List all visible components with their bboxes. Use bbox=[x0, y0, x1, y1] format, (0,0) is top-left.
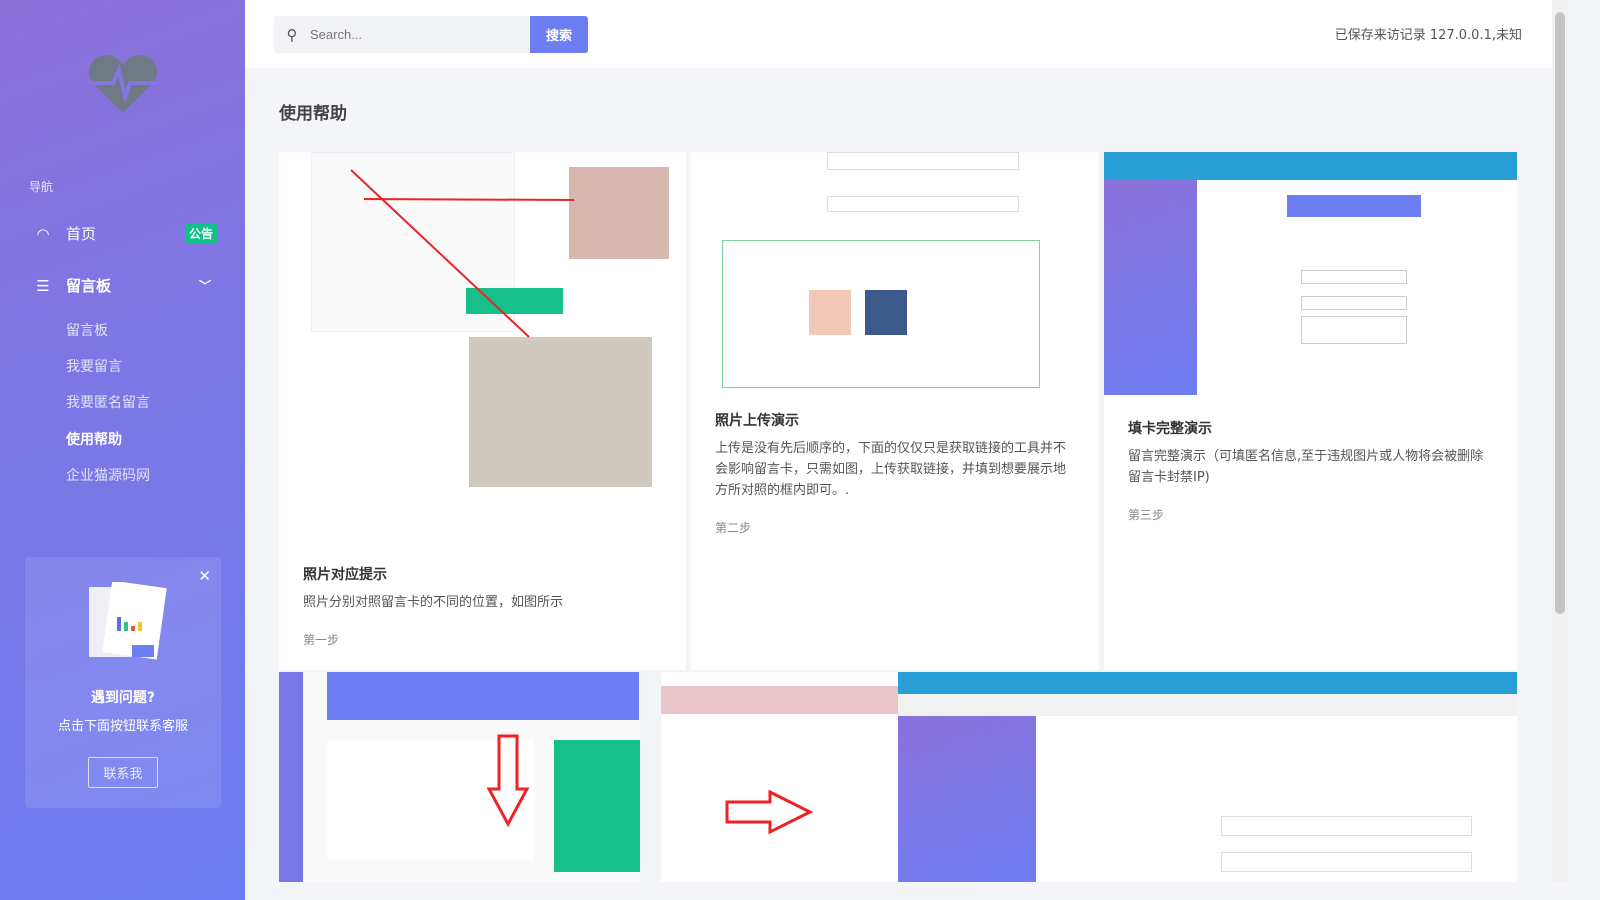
header: ⚲ 搜索 已保存来访记录 127.0.0.1,未知 bbox=[245, 0, 1552, 68]
nav-heading: 导航 bbox=[29, 180, 54, 194]
sidebar-item-label: 留言板 bbox=[66, 277, 112, 295]
heartbeat-logo-icon bbox=[88, 55, 158, 113]
document-illustration-icon bbox=[89, 582, 167, 660]
subitem-source-site[interactable]: 企业猫源码网 bbox=[66, 465, 150, 485]
card-step: 第三步 bbox=[1128, 508, 1165, 522]
notice-badge: 公告 bbox=[184, 224, 217, 243]
sidebar-item-label: 首页 bbox=[66, 225, 97, 243]
subitem-board[interactable]: 留言板 bbox=[66, 320, 108, 340]
card-title: 填卡完整演示 bbox=[1128, 421, 1212, 437]
card-image-photo-mapping bbox=[279, 152, 686, 512]
contact-button[interactable]: 联系我 bbox=[88, 757, 158, 788]
scrollbar-thumb[interactable] bbox=[1555, 12, 1565, 614]
search-input[interactable] bbox=[310, 27, 520, 42]
search-button[interactable]: 搜索 bbox=[530, 16, 588, 53]
card-image-like-preview bbox=[661, 672, 898, 882]
sidebar: 导航 ◠ 首页 公告 ☰ 留言板 ﹀ 留言板 我要留言 我要匿名留言 使用帮助 企业猫源… bbox=[0, 0, 245, 900]
list-icon: ☰ bbox=[36, 276, 50, 295]
card-image-upload-demo bbox=[691, 152, 1099, 388]
subitem-post[interactable]: 我要留言 bbox=[66, 356, 122, 376]
sidebar-item-board[interactable]: ☰ 留言板 ﹀ bbox=[32, 275, 217, 296]
scrollbar[interactable] bbox=[1552, 0, 1568, 882]
page-title: 使用帮助 bbox=[279, 104, 347, 124]
card-text: 照片分别对照留言卡的不同的位置，如图所示 bbox=[303, 595, 564, 610]
card-title: 照片对应提示 bbox=[303, 567, 387, 583]
help-text: 点击下面按钮联系客服 bbox=[57, 719, 188, 734]
help-panel: ✕ 遇到问题? 点击下面按钮联系客服 联系我 bbox=[25, 557, 221, 808]
close-icon[interactable]: ✕ bbox=[198, 567, 211, 585]
card-image-board-preview bbox=[279, 672, 640, 882]
search-icon: ⚲ bbox=[286, 25, 298, 44]
chevron-down-icon: ﹀ bbox=[198, 279, 211, 293]
help-card-1: 照片对应提示 照片分别对照留言卡的不同的位置，如图所示 第一步 bbox=[279, 152, 686, 670]
subitem-anon-post[interactable]: 我要匿名留言 bbox=[66, 392, 150, 412]
card-step: 第二步 bbox=[715, 521, 752, 535]
subitem-help[interactable]: 使用帮助 bbox=[66, 429, 122, 449]
help-card-2: 照片上传演示 上传是没有先后顺序的，下面的仅仅只是获取链接的工具并不会影响留言卡… bbox=[691, 152, 1099, 670]
sidebar-item-home[interactable]: ◠ 首页 公告 bbox=[32, 223, 217, 244]
help-card-3: 填卡完整演示 留言完整演示（可填匿名信息,至于违规图片或人物将会被删除留言卡封禁… bbox=[1104, 152, 1517, 670]
card-step: 第一步 bbox=[303, 633, 340, 647]
dashboard-icon: ◠ bbox=[36, 224, 50, 243]
card-image-fill-demo bbox=[1104, 152, 1517, 395]
help-title: 遇到问题? bbox=[90, 690, 156, 706]
search-bar: ⚲ 搜索 bbox=[274, 16, 588, 53]
card-title: 照片上传演示 bbox=[715, 413, 799, 429]
card-image-comment-preview bbox=[898, 672, 1517, 882]
visit-record: 已保存来访记录 127.0.0.1,未知 bbox=[1334, 28, 1522, 43]
card-text: 上传是没有先后顺序的，下面的仅仅只是获取链接的工具并不会影响留言卡，只需如图，上… bbox=[715, 441, 1067, 498]
card-text: 留言完整演示（可填匿名信息,至于违规图片或人物将会被删除留言卡封禁IP) bbox=[1128, 449, 1484, 485]
